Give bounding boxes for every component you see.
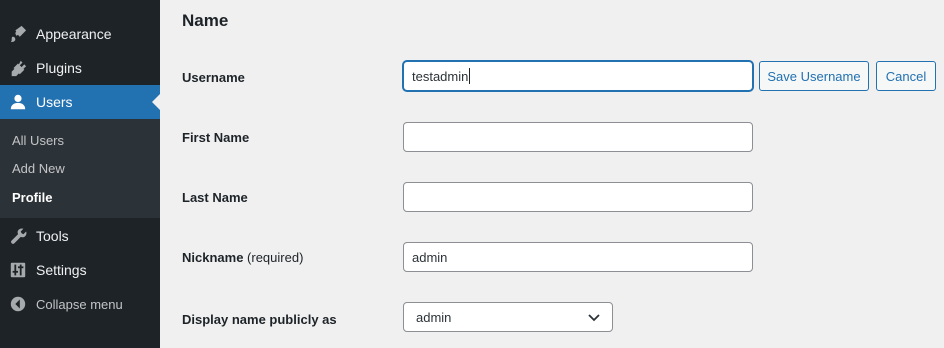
settings-icon — [8, 260, 28, 280]
menu-item-label: Settings — [36, 262, 87, 278]
menu-item-label: Plugins — [36, 60, 82, 76]
collapse-menu-label: Collapse menu — [36, 296, 123, 312]
first-name-input[interactable] — [403, 122, 753, 152]
collapse-menu-button[interactable]: Collapse menu — [0, 287, 160, 321]
display-name-label: Display name publicly as — [182, 312, 337, 327]
menu-item-tools[interactable]: Tools — [0, 219, 160, 253]
menu-item-plugins[interactable]: Plugins — [0, 51, 160, 85]
display-name-select[interactable]: admin — [403, 302, 613, 332]
submenu-item-all-users[interactable]: All Users — [12, 133, 64, 148]
cancel-button[interactable]: Cancel — [876, 61, 936, 91]
nickname-label: Nickname (required) — [182, 250, 303, 265]
menu-item-label: Tools — [36, 228, 69, 244]
username-input[interactable]: testadmin — [403, 61, 753, 91]
submenu-item-profile[interactable]: Profile — [12, 190, 52, 205]
admin-sidebar: Appearance Plugins Users All Users Add N… — [0, 0, 160, 348]
display-name-selected: admin — [416, 309, 452, 325]
username-value: testadmin — [412, 68, 469, 84]
last-name-label: Last Name — [182, 190, 248, 205]
required-note: (required) — [247, 250, 304, 265]
chevron-down-icon — [588, 310, 600, 325]
menu-item-label: Appearance — [36, 26, 112, 42]
nickname-label-text: Nickname — [182, 250, 244, 265]
menu-item-settings[interactable]: Settings — [0, 253, 160, 287]
user-icon — [8, 92, 28, 112]
menu-item-label: Users — [36, 94, 73, 110]
paintbrush-icon — [8, 24, 28, 44]
last-name-input[interactable] — [403, 182, 753, 212]
wrench-icon — [8, 226, 28, 246]
plugin-icon — [8, 58, 28, 78]
submenu-item-add-new[interactable]: Add New — [12, 161, 65, 176]
nickname-value: admin — [412, 249, 448, 265]
username-label: Username — [182, 70, 245, 85]
nickname-input[interactable]: admin — [403, 242, 753, 272]
collapse-icon — [8, 294, 28, 314]
text-cursor — [469, 68, 471, 84]
save-username-button[interactable]: Save Username — [759, 61, 869, 91]
menu-item-appearance[interactable]: Appearance — [0, 17, 160, 51]
users-submenu: All Users Add New Profile — [0, 119, 160, 218]
profile-main: Name Username testadmin Save Username Ca… — [160, 0, 944, 348]
active-indicator-arrow — [152, 94, 160, 110]
section-title: Name — [182, 11, 229, 30]
menu-item-users[interactable]: Users — [0, 85, 160, 119]
first-name-label: First Name — [182, 130, 250, 145]
